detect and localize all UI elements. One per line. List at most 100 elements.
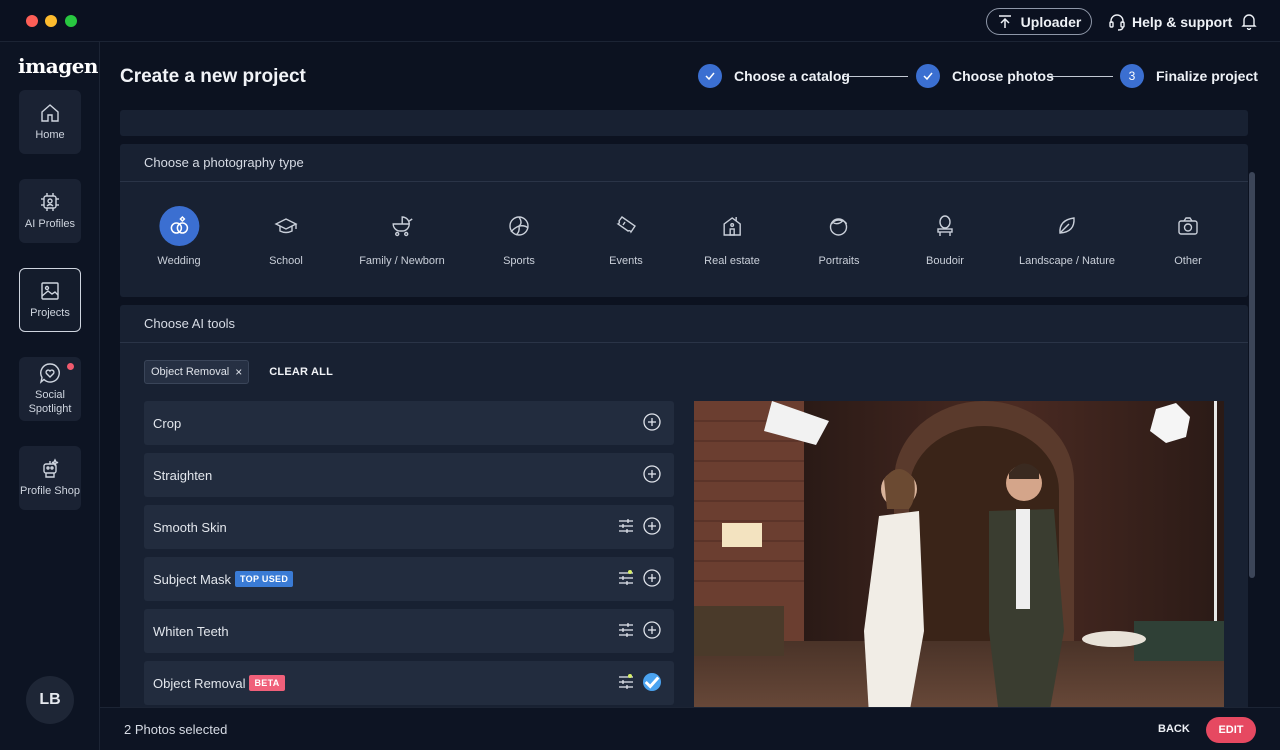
type-label: Boudoir (926, 255, 964, 267)
heart-chat-icon (39, 363, 60, 384)
step-connector (844, 76, 908, 77)
type-label: Events (609, 255, 643, 267)
sidebar-item-home[interactable]: Home (19, 90, 81, 154)
type-events[interactable]: Events (606, 206, 646, 267)
check-icon (698, 64, 722, 88)
type-landscape-nature[interactable]: Landscape / Nature (1019, 206, 1115, 267)
type-label: Real estate (704, 255, 760, 267)
selected-check-icon[interactable] (643, 673, 661, 691)
type-boudoir[interactable]: Boudoir (925, 206, 965, 267)
photography-type-list: Wedding School Family / Newborn Sports E (120, 204, 1248, 274)
photography-type-heading: Choose a photography type (120, 144, 1248, 182)
step-label: Choose photos (952, 68, 1054, 84)
tool-name: Whiten Teeth (153, 623, 229, 639)
headset-icon (1109, 13, 1125, 31)
ai-tools-heading: Choose AI tools (120, 305, 1248, 343)
selected-tools-chips: Object Removal × CLEAR ALL (144, 360, 333, 384)
baby-stroller-icon (382, 206, 422, 246)
add-circle-icon[interactable] (643, 569, 661, 587)
mirror-icon (925, 206, 965, 246)
tool-name: Object Removal (153, 675, 246, 691)
sliders-modified-icon[interactable] (617, 673, 635, 691)
add-circle-icon[interactable] (643, 517, 661, 535)
step-finalize-project[interactable]: 3 Finalize project (1120, 64, 1258, 88)
edit-button[interactable]: EDIT (1206, 717, 1256, 743)
sidebar-item-label: AI Profiles (24, 218, 76, 230)
type-family-newborn[interactable]: Family / Newborn (359, 206, 445, 267)
type-other[interactable]: Other (1168, 206, 1208, 267)
page-title: Create a new project (120, 66, 306, 87)
type-label: Other (1174, 255, 1202, 267)
footer-bar: 2 Photos selected BACK EDIT (100, 707, 1280, 750)
building-icon (712, 206, 752, 246)
back-button[interactable]: BACK (1158, 723, 1190, 735)
sidebar-item-social-spotlight[interactable]: Social Spotlight (19, 357, 81, 421)
sidebar: imagen Home AI Profiles Projects Social … (0, 42, 100, 750)
add-circle-icon[interactable] (643, 465, 661, 483)
content-scrollbar[interactable] (1249, 172, 1255, 578)
type-school[interactable]: School (266, 206, 306, 267)
type-wedding[interactable]: Wedding (157, 206, 201, 267)
tool-row-object-removal[interactable]: Object Removal BETA (144, 661, 674, 705)
type-portraits[interactable]: Portraits (818, 206, 860, 267)
tool-row-smooth-skin[interactable]: Smooth Skin (144, 505, 674, 549)
wedding-rings-icon (159, 206, 199, 246)
step-choose-catalog[interactable]: Choose a catalog (698, 64, 850, 88)
tool-row-crop[interactable]: Crop (144, 401, 674, 445)
maximize-window-button[interactable] (65, 15, 77, 27)
sliders-modified-icon[interactable] (617, 569, 635, 587)
type-label: Wedding (157, 255, 201, 267)
sidebar-item-label: Projects (30, 307, 70, 319)
sidebar-item-profile-shop[interactable]: Profile Shop (19, 446, 81, 510)
step-number: 3 (1120, 64, 1144, 88)
photography-type-panel: Choose a photography type Wedding School… (120, 144, 1248, 297)
ticket-icon (606, 206, 646, 246)
sidebar-item-ai-profiles[interactable]: AI Profiles (19, 179, 81, 243)
add-circle-icon[interactable] (643, 413, 661, 431)
progress-stepper: Choose a catalog Choose photos 3 Finaliz… (698, 64, 1258, 90)
sidebar-item-projects[interactable]: Projects (19, 268, 81, 332)
notification-dot (67, 363, 74, 370)
add-circle-icon[interactable] (643, 621, 661, 639)
type-label: School (269, 255, 303, 267)
photos-selected-count: 2 Photos selected (124, 722, 228, 737)
step-connector (1049, 76, 1113, 77)
type-label: Sports (503, 255, 535, 267)
notifications-bell-icon[interactable] (1240, 12, 1258, 30)
user-avatar[interactable]: LB (26, 676, 74, 724)
tool-name: Straighten (153, 467, 213, 483)
top-used-badge: TOP USED (235, 571, 294, 587)
uploader-button[interactable]: Uploader (986, 8, 1092, 35)
tool-name: Subject Mask (153, 571, 232, 587)
leaf-icon (1047, 206, 1087, 246)
type-sports[interactable]: Sports (499, 206, 539, 267)
sliders-icon[interactable] (617, 517, 635, 535)
help-support-label: Help & support (1132, 13, 1233, 30)
clear-all-button[interactable]: CLEAR ALL (269, 366, 333, 378)
minimize-window-button[interactable] (45, 15, 57, 27)
imagen-logo: imagen (18, 54, 98, 78)
help-support-link[interactable]: Help & support (1108, 8, 1232, 35)
tool-row-straighten[interactable]: Straighten (144, 453, 674, 497)
tool-row-whiten-teeth[interactable]: Whiten Teeth (144, 609, 674, 653)
graduation-cap-icon (266, 206, 306, 246)
sliders-icon[interactable] (617, 621, 635, 639)
preview-photo (694, 401, 1224, 715)
tool-name: Smooth Skin (153, 519, 227, 535)
sidebar-item-label: Profile Shop (20, 485, 80, 497)
image-gallery-icon (41, 282, 59, 300)
type-real-estate[interactable]: Real estate (704, 206, 760, 267)
beta-badge: BETA (249, 675, 285, 691)
tool-row-subject-mask[interactable]: Subject Mask TOP USED (144, 557, 674, 601)
step-label: Finalize project (1156, 68, 1258, 84)
ai-chip-icon (41, 193, 59, 211)
sidebar-item-label: Social Spotlight (28, 389, 72, 415)
type-label: Portraits (818, 255, 860, 267)
type-label: Family / Newborn (359, 255, 445, 267)
ai-tools-panel: Choose AI tools Object Removal × CLEAR A… (120, 305, 1248, 715)
step-choose-photos[interactable]: Choose photos (916, 64, 1054, 88)
tool-name: Crop (153, 415, 182, 431)
close-icon[interactable]: × (235, 365, 242, 379)
check-icon (916, 64, 940, 88)
close-window-button[interactable] (26, 15, 38, 27)
